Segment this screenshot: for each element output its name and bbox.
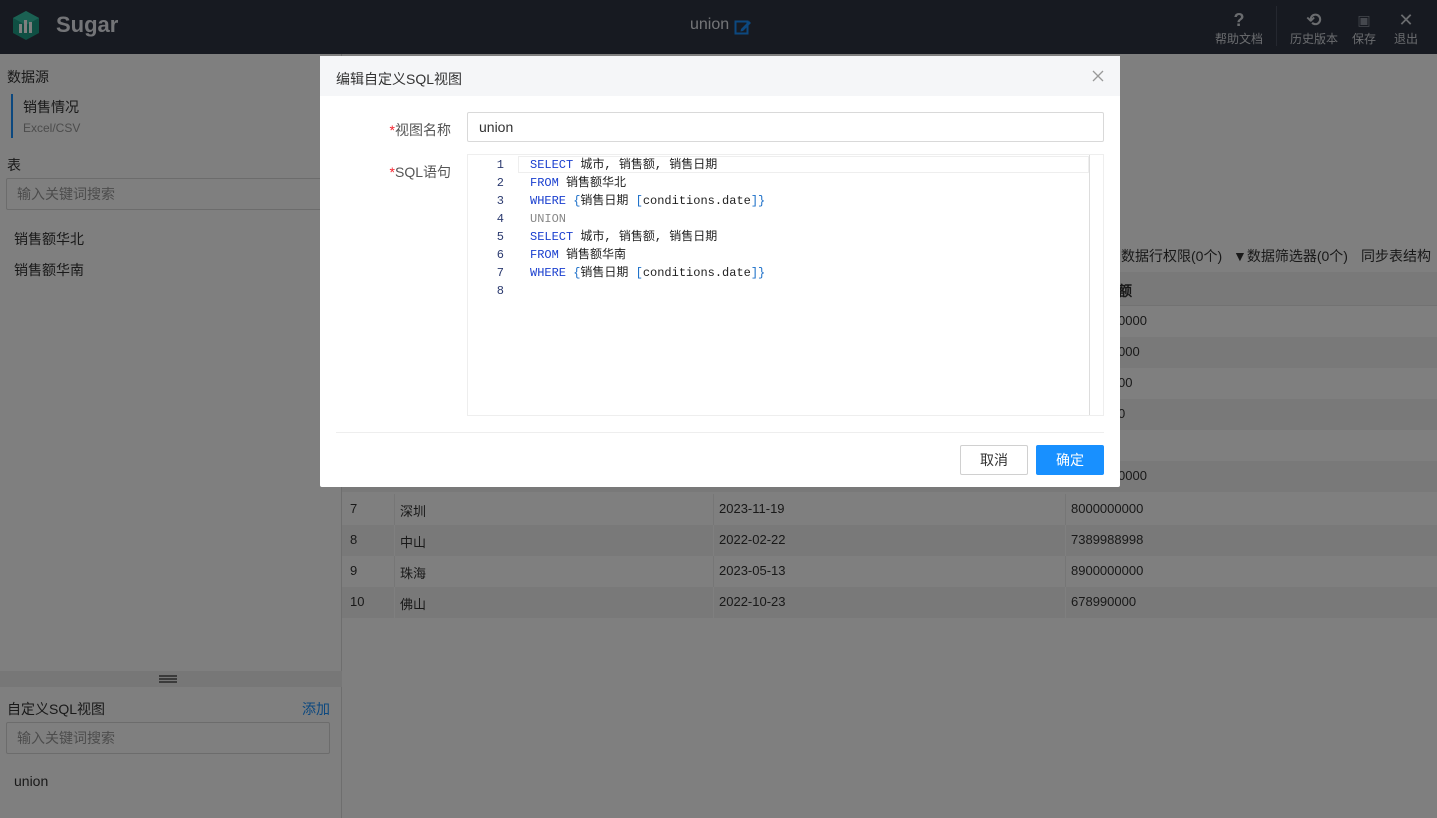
edit-sql-view-dialog: 编辑自定义SQL视图 *视图名称 *SQL语句 1 SELECT 城市, 销售额,… bbox=[320, 56, 1120, 487]
code-text: FROM 销售额华北 bbox=[530, 176, 627, 190]
code-line[interactable]: 1 SELECT 城市, 销售额, 销售日期 bbox=[468, 156, 1088, 174]
view-name-input[interactable] bbox=[468, 113, 1103, 141]
code-text: WHERE {销售日期 [conditions.date]} bbox=[530, 194, 766, 208]
view-name-field[interactable] bbox=[467, 112, 1104, 142]
code-line[interactable]: 8 bbox=[468, 282, 1088, 300]
sql-label-text: SQL语句 bbox=[394, 164, 451, 180]
confirm-button[interactable]: 确定 bbox=[1036, 445, 1104, 475]
code-line[interactable]: 4 UNION bbox=[468, 210, 1088, 228]
line-number: 4 bbox=[496, 212, 504, 226]
code-text: UNION bbox=[530, 212, 567, 226]
close-icon[interactable] bbox=[1090, 68, 1106, 84]
line-number: 8 bbox=[496, 284, 504, 298]
code-line[interactable]: 5 SELECT 城市, 销售额, 销售日期 bbox=[468, 228, 1088, 246]
sql-label: *SQL语句 bbox=[351, 162, 451, 182]
line-number: 6 bbox=[496, 248, 504, 262]
cancel-button[interactable]: 取消 bbox=[960, 445, 1028, 475]
dialog-title: 编辑自定义SQL视图 bbox=[336, 71, 463, 87]
code-text: FROM 销售额华南 bbox=[530, 248, 627, 262]
code-line[interactable]: 6 FROM 销售额华南 bbox=[468, 246, 1088, 264]
code-text: WHERE {销售日期 [conditions.date]} bbox=[530, 266, 766, 280]
editor-scrollbar[interactable] bbox=[1089, 155, 1090, 415]
line-number: 7 bbox=[496, 266, 504, 280]
code-line[interactable]: 2 FROM 销售额华北 bbox=[468, 174, 1088, 192]
line-number: 5 bbox=[496, 230, 504, 244]
code-line[interactable]: 3 WHERE {销售日期 [conditions.date]} bbox=[468, 192, 1088, 210]
sql-code-editor[interactable]: 1 SELECT 城市, 销售额, 销售日期 2 FROM 销售额华北 3 WHERE {… bbox=[467, 154, 1104, 416]
code-line[interactable]: 7 WHERE {销售日期 [conditions.date]} bbox=[468, 264, 1088, 282]
view-name-label-text: 视图名称 bbox=[395, 122, 451, 138]
view-name-label: *视图名称 bbox=[351, 120, 451, 140]
dialog-header: 编辑自定义SQL视图 bbox=[320, 56, 1120, 96]
line-number: 1 bbox=[496, 158, 504, 172]
code-text: SELECT 城市, 销售额, 销售日期 bbox=[530, 158, 718, 172]
line-number: 3 bbox=[496, 194, 504, 208]
footer-divider bbox=[336, 432, 1104, 433]
line-number: 2 bbox=[496, 176, 504, 190]
code-text: SELECT 城市, 销售额, 销售日期 bbox=[530, 230, 718, 244]
